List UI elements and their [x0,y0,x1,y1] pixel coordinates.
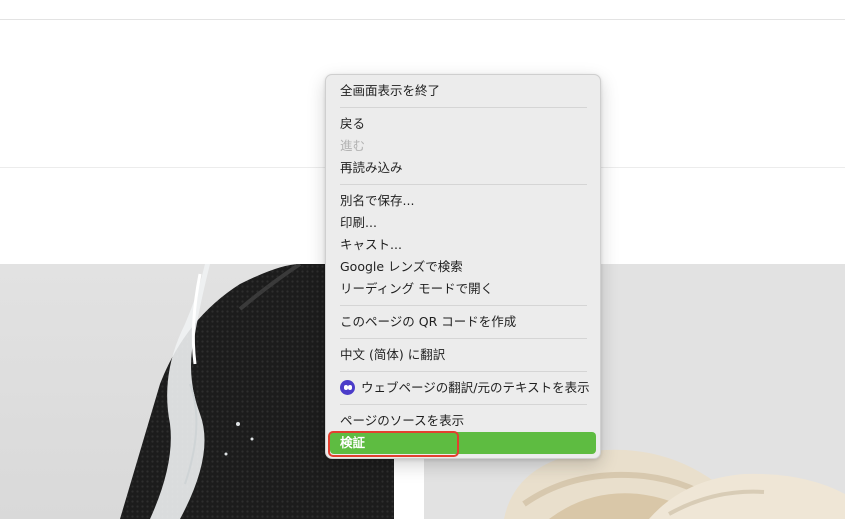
menu-separator [340,184,587,185]
top-divider [0,19,845,20]
menu-item-create-qr-code[interactable]: このページの QR コードを作成 [330,311,596,333]
menu-separator [340,371,587,372]
menu-item-google-lens[interactable]: Google レンズで検索 [330,256,596,278]
menu-item-translate-extension-label: ウェブページの翻訳/元のテキストを表示 [361,380,590,395]
menu-item-reload[interactable]: 再読み込み [330,157,596,179]
menu-item-view-source[interactable]: ページのソースを表示 [330,410,596,432]
menu-separator [340,338,587,339]
menu-item-cast[interactable]: キャスト... [330,234,596,256]
menu-item-save-as[interactable]: 別名で保存... [330,190,596,212]
inspect-focus-ring [328,431,459,457]
translate-extension-icon [340,380,355,395]
menu-separator [340,305,587,306]
menu-item-exit-fullscreen[interactable]: 全画面表示を終了 [330,80,596,102]
menu-item-print[interactable]: 印刷... [330,212,596,234]
page: 全画面表示を終了 戻る 進む 再読み込み 別名で保存... 印刷... キャスト… [0,0,845,519]
menu-item-translate-extension[interactable]: ウェブページの翻訳/元のテキストを表示 [330,377,596,399]
menu-item-back[interactable]: 戻る [330,113,596,135]
menu-item-translate-chinese[interactable]: 中文 (简体) に翻訳 [330,344,596,366]
menu-item-reading-mode[interactable]: リーディング モードで開く [330,278,596,300]
menu-separator [340,107,587,108]
context-menu: 全画面表示を終了 戻る 進む 再読み込み 別名で保存... 印刷... キャスト… [325,74,601,459]
menu-item-forward: 進む [340,138,366,153]
menu-separator [340,404,587,405]
